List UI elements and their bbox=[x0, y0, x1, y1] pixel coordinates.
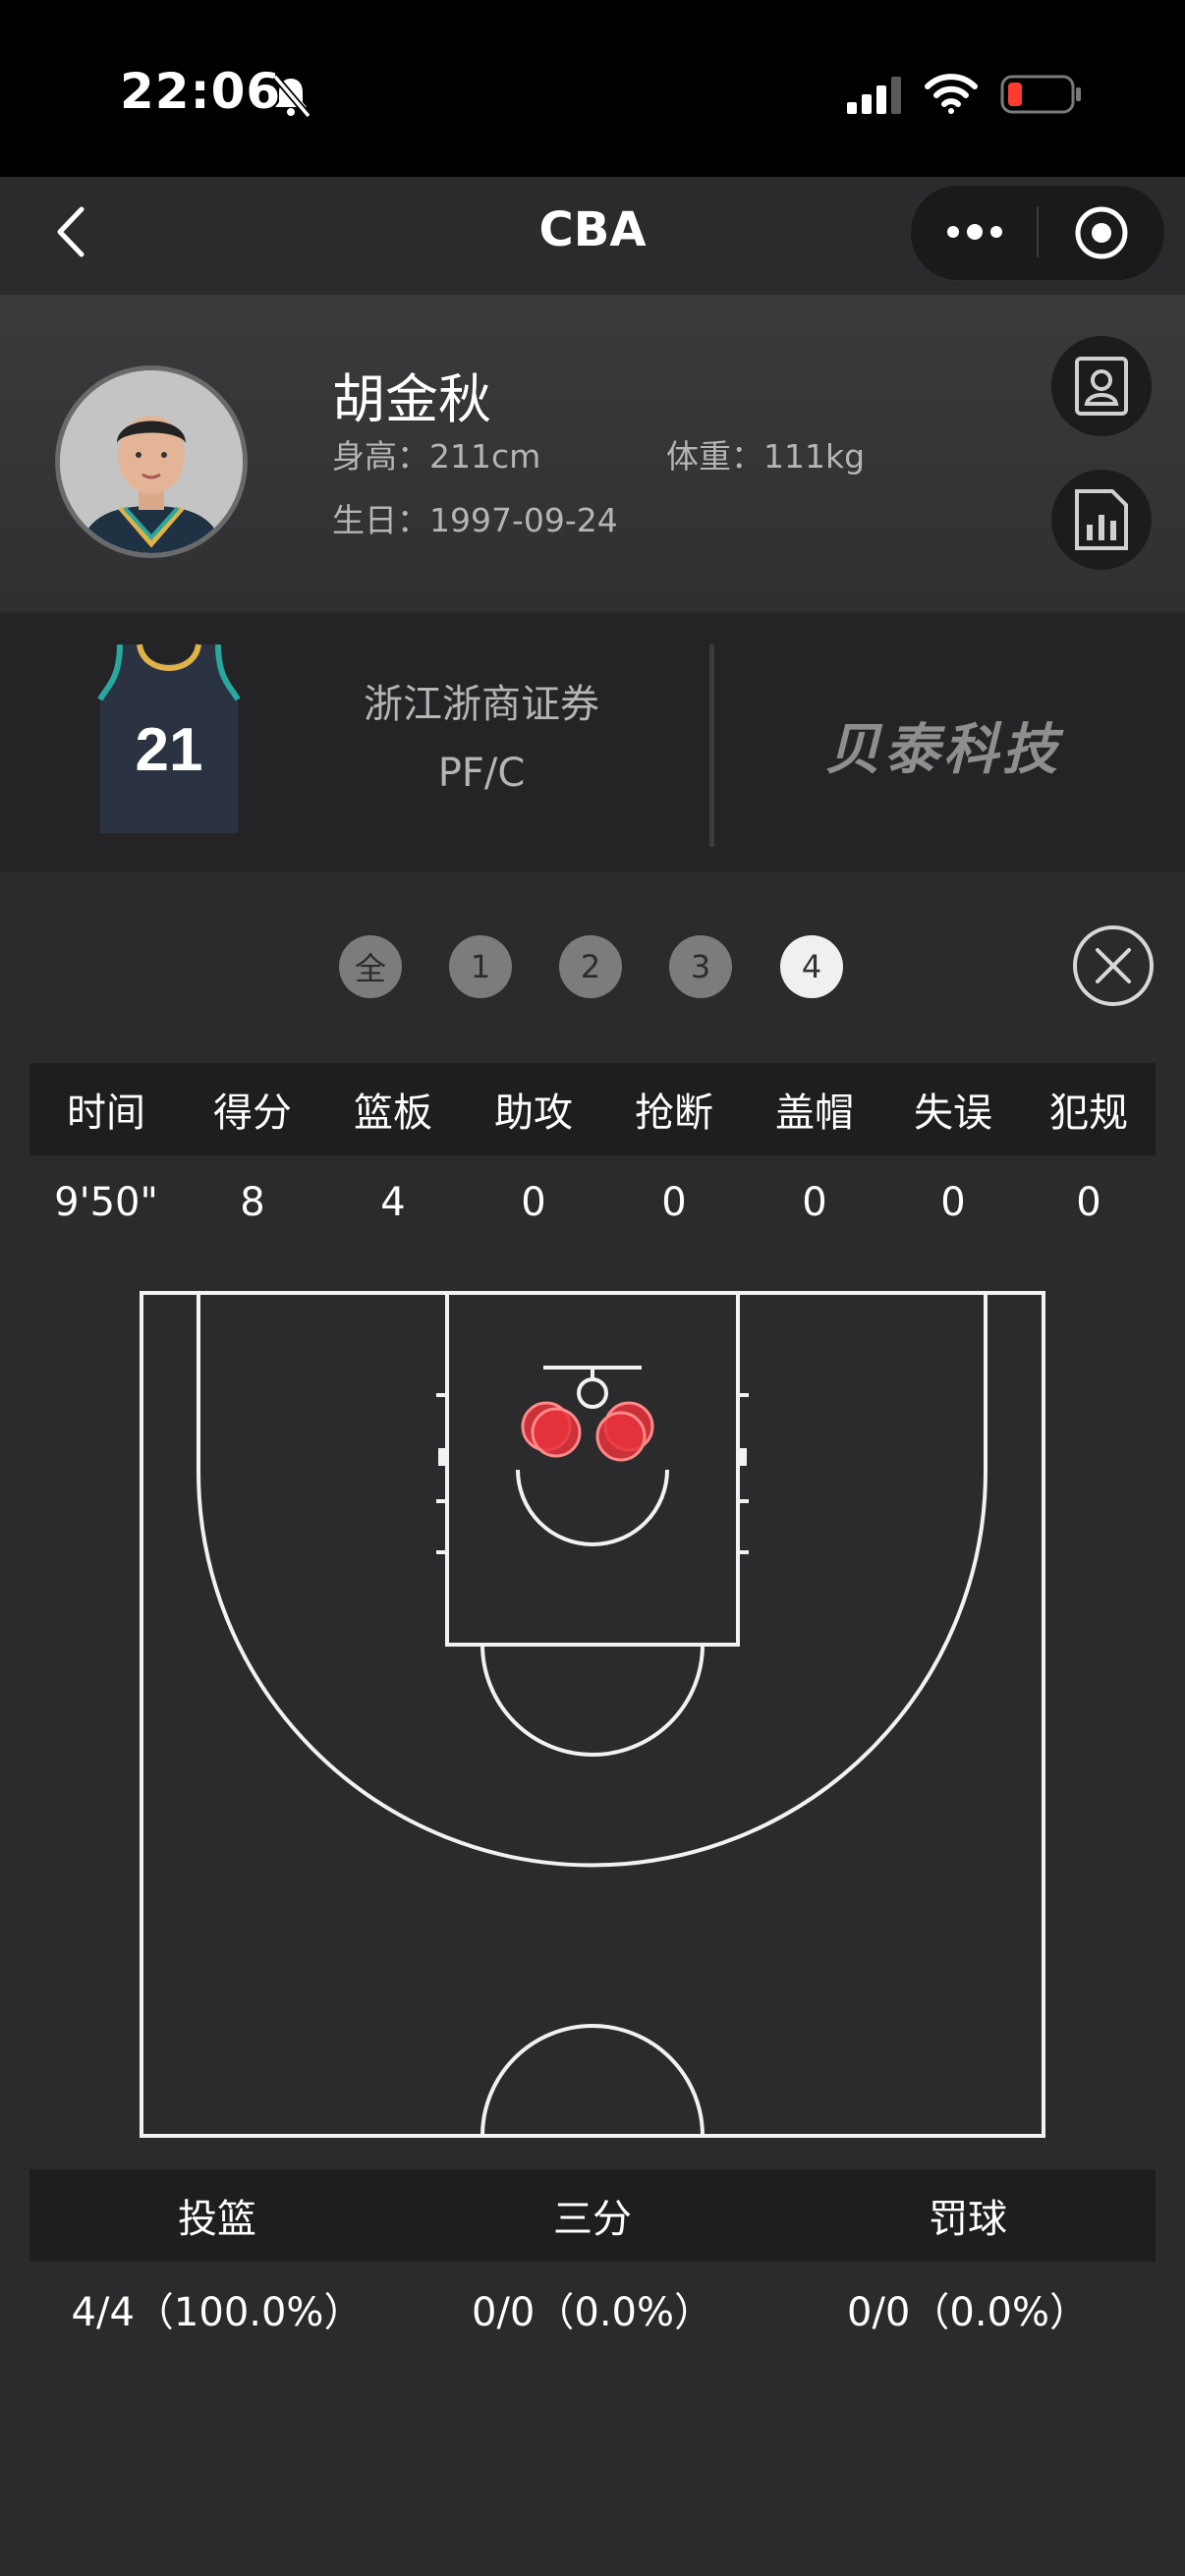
stats-value-time: 9'50" bbox=[54, 1180, 158, 1225]
sponsor-logo: 贝泰科技 bbox=[825, 718, 1061, 782]
shooting-value-fg: 4/4（100.0%） bbox=[71, 2290, 364, 2335]
more-button[interactable] bbox=[933, 206, 1016, 257]
stats-header-steals: 抢断 bbox=[635, 1091, 713, 1136]
quarter-chip-all[interactable]: 全 bbox=[339, 935, 402, 998]
profile-button[interactable] bbox=[1051, 336, 1152, 436]
court-boundary bbox=[140, 1291, 1045, 2138]
team-name: 浙江浙商证券 bbox=[364, 682, 599, 727]
capsule-divider bbox=[1037, 206, 1039, 257]
stats-value-assists: 0 bbox=[521, 1180, 546, 1225]
shot-markers bbox=[521, 1401, 654, 1462]
stats-value-blocks: 0 bbox=[802, 1180, 827, 1225]
stats-value-rebounds: 4 bbox=[380, 1180, 406, 1225]
close-icon bbox=[1096, 948, 1131, 983]
stats-header-row: 时间 得分 篮板 助攻 抢断 盖帽 失误 犯规 bbox=[29, 1063, 1156, 1155]
player-weight: 体重：111kg bbox=[666, 437, 866, 476]
shooting-header-3pt: 三分 bbox=[553, 2197, 632, 2242]
close-button[interactable] bbox=[1073, 925, 1154, 1006]
stats-header-turnovers: 失误 bbox=[914, 1091, 992, 1136]
lane-block bbox=[738, 1448, 747, 1466]
target-icon bbox=[1075, 206, 1128, 259]
stats-button[interactable] bbox=[1051, 470, 1152, 570]
paint-area bbox=[445, 1291, 740, 1647]
shooting-value-3pt: 0/0（0.0%） bbox=[472, 2290, 713, 2335]
shooting-header-fg: 投篮 bbox=[178, 2197, 256, 2242]
stats-header-time: 时间 bbox=[67, 1091, 145, 1136]
stats-header-blocks: 盖帽 bbox=[775, 1091, 854, 1136]
stats-header-points: 得分 bbox=[213, 1091, 292, 1136]
stats-value-turnovers: 0 bbox=[940, 1180, 966, 1225]
quarter-chip-1[interactable]: 1 bbox=[449, 935, 512, 998]
center-circle bbox=[480, 2024, 705, 2137]
stats-report-icon bbox=[1075, 489, 1128, 550]
shooting-value-ft: 0/0（0.0%） bbox=[847, 2290, 1089, 2335]
stats-value-steals: 0 bbox=[661, 1180, 687, 1225]
jersey-image: 21 bbox=[90, 641, 248, 841]
profile-card-icon bbox=[1075, 357, 1128, 416]
shooting-values-row: 4/4（100.0%） 0/0（0.0%） 0/0（0.0%） bbox=[29, 2262, 1156, 2356]
stats-header-fouls: 犯规 bbox=[1049, 1091, 1128, 1136]
quarter-chip-3[interactable]: 3 bbox=[669, 935, 732, 998]
battery-icon bbox=[1000, 75, 1083, 118]
stats-value-points: 8 bbox=[240, 1180, 265, 1225]
signal-icon bbox=[847, 77, 904, 118]
lane-block bbox=[438, 1448, 447, 1466]
player-height: 身高：211cm bbox=[332, 437, 541, 476]
team-divider bbox=[709, 644, 714, 847]
player-name: 胡金秋 bbox=[332, 368, 491, 430]
shot-chart-court bbox=[140, 1291, 1045, 2138]
shooting-header-row: 投篮 三分 罚球 bbox=[29, 2169, 1156, 2262]
close-miniprogram-button[interactable] bbox=[1069, 200, 1134, 265]
free-throw-circle bbox=[480, 1644, 705, 1757]
stats-header-assists: 助攻 bbox=[494, 1091, 573, 1136]
player-position: PF/C bbox=[437, 751, 526, 796]
player-avatar bbox=[55, 365, 248, 558]
stats-header-rebounds: 篮板 bbox=[354, 1091, 432, 1136]
rim bbox=[577, 1377, 608, 1409]
status-time: 22:06 bbox=[120, 63, 282, 120]
player-birthday: 生日：1997-09-24 bbox=[332, 501, 618, 539]
shot-marker bbox=[531, 1407, 582, 1458]
wifi-icon bbox=[924, 71, 979, 118]
restricted-area-arc bbox=[516, 1469, 669, 1546]
quarter-chip-2[interactable]: 2 bbox=[559, 935, 622, 998]
bell-off-icon bbox=[271, 74, 311, 122]
stats-values-row: 9'50" 8 4 0 0 0 0 0 bbox=[29, 1155, 1156, 1250]
jersey-number: 21 bbox=[136, 716, 203, 784]
shot-marker bbox=[595, 1411, 647, 1462]
stats-value-fouls: 0 bbox=[1076, 1180, 1101, 1225]
quarter-chip-4[interactable]: 4 bbox=[780, 935, 843, 998]
more-dots-icon bbox=[947, 224, 1002, 240]
shooting-header-ft: 罚球 bbox=[929, 2197, 1007, 2242]
